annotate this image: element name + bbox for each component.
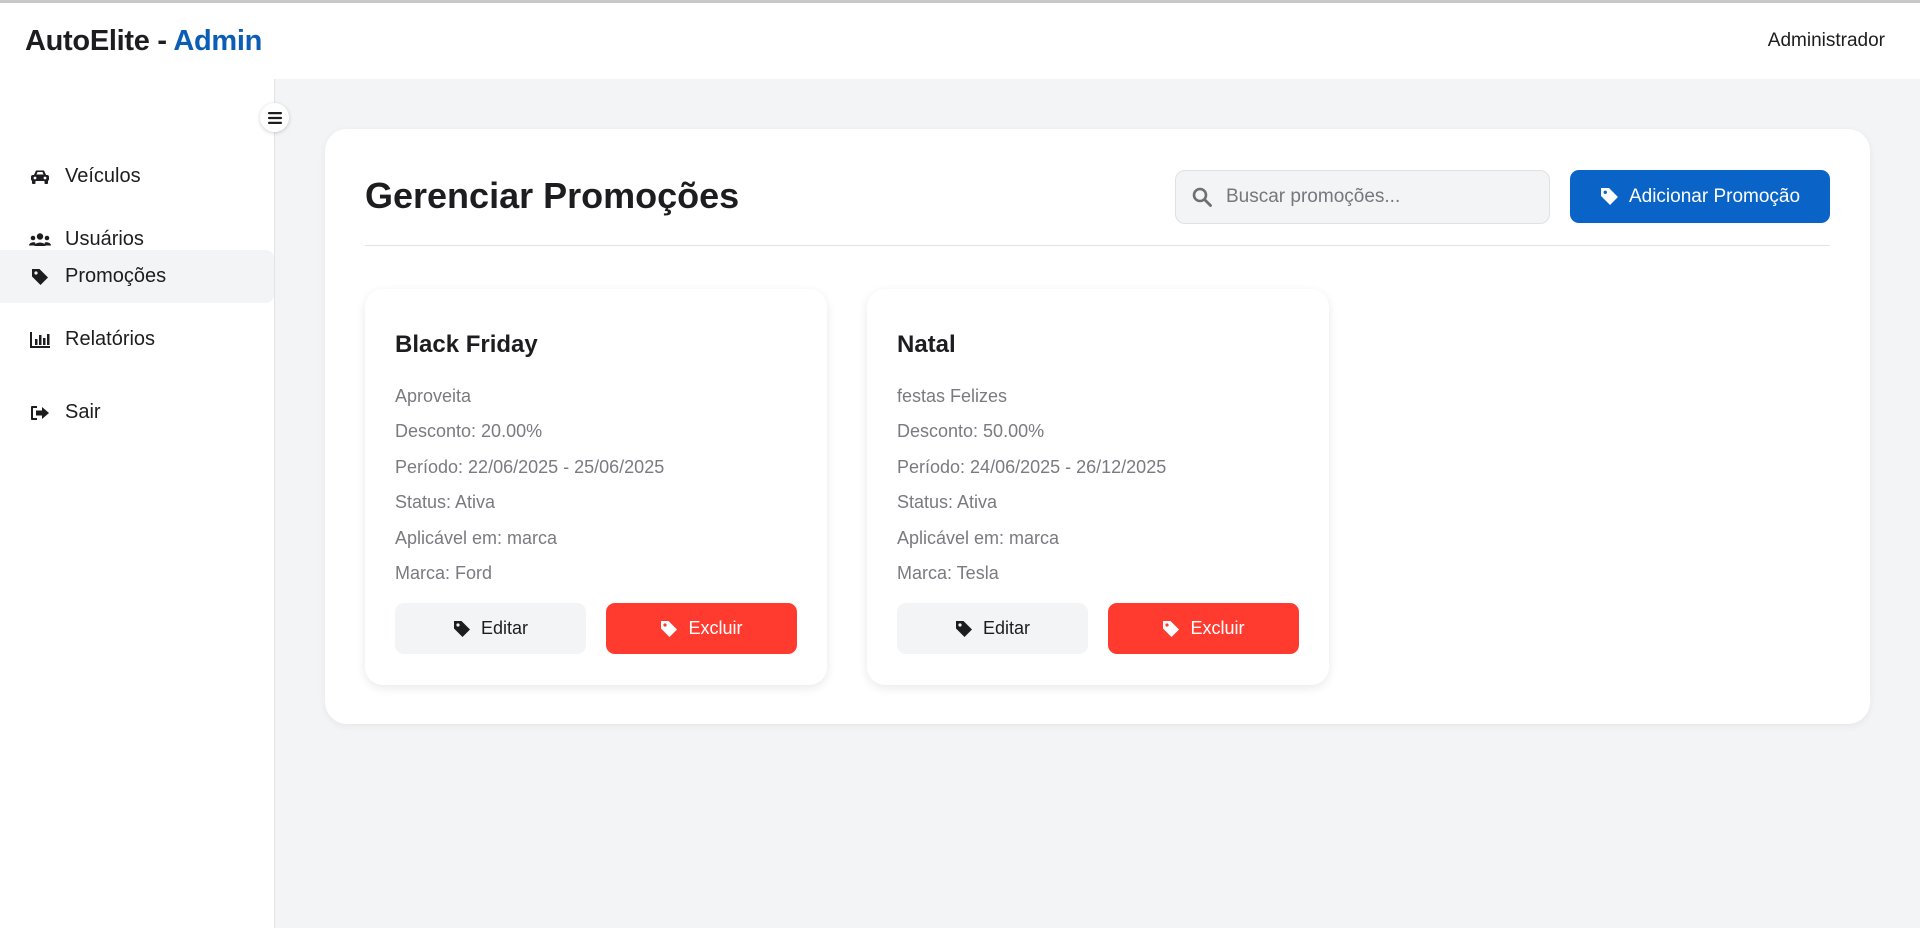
- promotions-panel: Gerenciar Promoções Adicionar Promoção B…: [325, 129, 1870, 724]
- tag-icon: [660, 620, 678, 638]
- sidebar-item-veiculos[interactable]: Veículos: [0, 150, 274, 203]
- promotion-applies-to: Aplicável em: marca: [395, 528, 558, 548]
- search-icon: [1192, 187, 1212, 207]
- delete-button[interactable]: Excluir: [1108, 603, 1299, 654]
- sidebar-item-promocoes[interactable]: Promoções: [0, 250, 274, 303]
- promotion-title: Natal: [897, 331, 956, 358]
- promotion-discount: Desconto: 50.00%: [897, 421, 1045, 441]
- promotion-title: Black Friday: [395, 331, 538, 358]
- promotion-period: Período: 22/06/2025 - 25/06/2025: [395, 457, 665, 477]
- sidebar-item-label: Promoções: [65, 265, 167, 287]
- search-input[interactable]: [1226, 186, 1546, 208]
- promotion-applies-to: Aplicável em: marca: [897, 528, 1060, 548]
- edit-button[interactable]: Editar: [897, 603, 1088, 654]
- tag-icon: [1600, 187, 1619, 206]
- promotion-discount: Desconto: 20.00%: [395, 421, 543, 441]
- promotion-card: Black Friday Aproveita Desconto: 20.00% …: [365, 289, 827, 685]
- brand-accent: Admin: [173, 24, 263, 57]
- promotion-card: Natal festas Felizes Desconto: 50.00% Pe…: [867, 289, 1329, 685]
- add-promotion-button[interactable]: Adicionar Promoção: [1570, 170, 1830, 223]
- chart-icon: [29, 329, 51, 351]
- sidebar-item-label: Relatórios: [65, 328, 156, 350]
- sidebar-item-label: Veículos: [65, 165, 141, 187]
- sidebar-item-label: Usuários: [65, 228, 144, 250]
- promotion-status: Status: Ativa: [395, 492, 496, 512]
- delete-button[interactable]: Excluir: [606, 603, 797, 654]
- sidebar-item-sair[interactable]: Sair: [0, 386, 274, 439]
- promotion-status: Status: Ativa: [897, 492, 998, 512]
- delete-label: Excluir: [688, 618, 743, 638]
- page-title: Gerenciar Promoções: [365, 175, 740, 216]
- tag-icon: [955, 620, 973, 638]
- sidebar-item-label: Sair: [65, 401, 101, 423]
- header-divider: [365, 245, 1830, 246]
- edit-label: Editar: [480, 618, 529, 638]
- promotion-brand: Marca: Ford: [395, 563, 493, 583]
- hamburger-icon: [267, 111, 282, 124]
- brand-separator: -: [149, 24, 174, 57]
- logout-icon: [29, 402, 51, 424]
- promotion-period: Período: 24/06/2025 - 26/12/2025: [897, 457, 1167, 477]
- tag-icon: [453, 620, 471, 638]
- search-box[interactable]: [1175, 170, 1550, 224]
- sidebar-toggle-button[interactable]: [260, 103, 289, 132]
- top-header: AutoElite - Admin Administrador: [0, 3, 1920, 79]
- promotion-brand: Marca: Tesla: [897, 563, 999, 583]
- tag-icon: [1162, 620, 1180, 638]
- brand-name: AutoElite: [25, 24, 150, 57]
- car-icon: [29, 166, 51, 188]
- promotion-description: Aproveita: [395, 386, 472, 406]
- edit-button[interactable]: Editar: [395, 603, 586, 654]
- sidebar: Veículos Usuários Promoções Relatórios S…: [0, 79, 289, 928]
- add-promotion-label: Adicionar Promoção: [1628, 185, 1801, 207]
- users-icon: [29, 229, 51, 251]
- sidebar-item-relatorios[interactable]: Relatórios: [0, 313, 274, 366]
- tag-icon: [29, 266, 51, 288]
- promotion-description: festas Felizes: [897, 386, 1008, 406]
- delete-label: Excluir: [1190, 618, 1245, 638]
- edit-label: Editar: [982, 618, 1031, 638]
- brand-logo[interactable]: AutoElite - Admin: [25, 25, 262, 58]
- user-menu[interactable]: Administrador: [1768, 30, 1885, 52]
